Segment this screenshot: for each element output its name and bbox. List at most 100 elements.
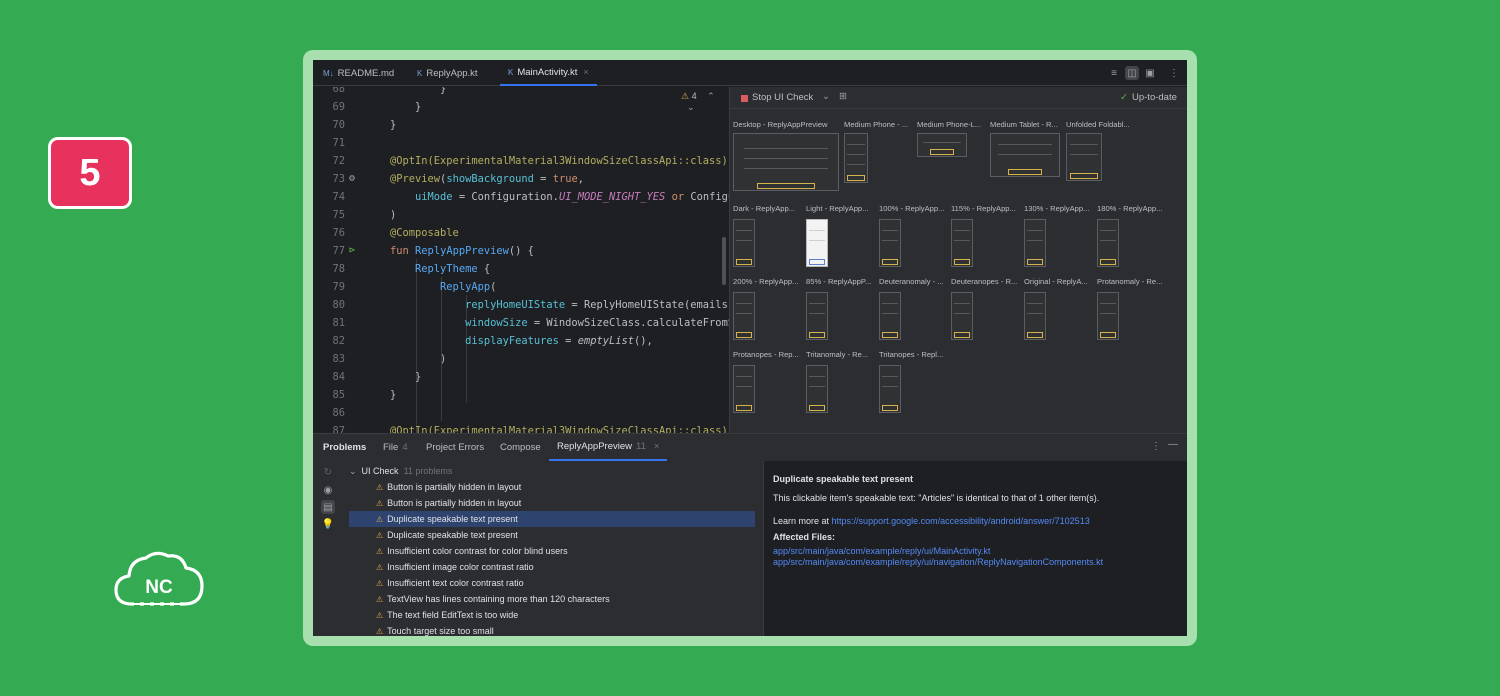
tab-replyapp[interactable]: K ReplyApp.kt <box>417 60 478 86</box>
layout-options-icon[interactable]: ⊞ <box>839 91 847 102</box>
preview-label: Protanopes - Rep... <box>733 350 799 359</box>
more-options-icon[interactable]: ⋮ <box>1167 66 1181 80</box>
preview-thumbnail[interactable] <box>733 292 755 340</box>
affected-files-heading: Affected Files: <box>773 532 836 542</box>
preview-thumbnail[interactable] <box>951 292 973 340</box>
code-line: 81 windowSize = WindowSizeClass.calculat… <box>332 317 729 329</box>
preview-label: 180% - ReplyApp... <box>1097 204 1163 213</box>
tab-mainactivity[interactable]: K MainActivity.kt × <box>500 60 597 86</box>
tab-compose[interactable]: Compose <box>500 434 541 461</box>
preview-thumbnail[interactable] <box>806 365 828 413</box>
preview-thumbnail[interactable] <box>1097 292 1119 340</box>
preview-thumbnail[interactable] <box>879 292 901 340</box>
list-item[interactable]: ⚠ Insufficient text color contrast ratio <box>349 575 755 591</box>
close-icon[interactable]: × <box>583 67 588 77</box>
learn-more-link[interactable]: https://support.google.com/accessibility… <box>832 516 1090 526</box>
code-line: 69 } <box>332 101 422 113</box>
preview-thumbnail[interactable] <box>990 133 1060 177</box>
code-line: 79 ReplyApp( <box>332 281 497 293</box>
warning-icon: ⚠ <box>376 483 384 492</box>
code-line: 70} <box>332 119 397 131</box>
preview-thumbnail[interactable] <box>806 219 828 267</box>
tab-readme[interactable]: M↓ README.md <box>323 60 394 86</box>
tab-problems[interactable]: Problems <box>323 434 366 461</box>
problems-tree: ⌄ UI Check 11 problems ⚠ Button is partiall… <box>343 461 763 636</box>
split-view-icon[interactable]: ◫ <box>1125 66 1139 80</box>
code-line: 80 replyHomeUIState = ReplyHomeUIState(e… <box>332 299 728 311</box>
preview-thumbnail[interactable] <box>1097 219 1119 267</box>
tab-label: MainActivity.kt <box>517 66 578 78</box>
preview-label: Deuteranopes - R... <box>951 277 1018 286</box>
cloud-logo-icon: NC <box>114 551 204 606</box>
preview-toolbar: Stop UI Check ⌄ ⊞ ✓ Up-to-date <box>730 87 1187 109</box>
list-item[interactable]: ⚠ Touch target size too small <box>349 623 755 636</box>
stop-icon <box>741 95 748 102</box>
preview-thumbnail[interactable] <box>1024 219 1046 267</box>
more-options-icon[interactable]: ⋮ <box>1151 441 1161 452</box>
run-preview-icon[interactable]: ⊳ <box>349 242 355 260</box>
code-line: 73 ⚙ @Preview(showBackground = true, <box>313 170 729 188</box>
code-line: 82 displayFeatures = emptyList(), <box>332 335 653 347</box>
preview-thumbnail[interactable] <box>917 133 967 157</box>
minimize-icon[interactable]: — <box>1168 439 1178 450</box>
refresh-icon[interactable]: ↻ <box>321 465 335 479</box>
eye-icon[interactable]: ◉ <box>321 483 335 497</box>
preview-icon[interactable]: ▤ <box>321 500 335 514</box>
list-item[interactable]: ⚠ Button is partially hidden in layout <box>349 495 755 511</box>
gear-icon[interactable]: ⚙ <box>349 170 355 188</box>
code-line: 85} <box>332 389 397 401</box>
problem-detail-panel: Duplicate speakable text present This cl… <box>763 461 1187 636</box>
preview-thumbnail[interactable] <box>733 219 755 267</box>
tree-root-ui-check[interactable]: ⌄ UI Check 11 problems <box>349 463 755 479</box>
design-view-icon[interactable]: ▣ <box>1143 66 1157 80</box>
problems-tab-bar: Problems File 4 Project Errors Compose Re… <box>313 434 1187 461</box>
tab-replyapppreview[interactable]: ReplyAppPreview 11 × <box>549 434 668 461</box>
preview-label: Tritanopes - Repl... <box>879 350 944 359</box>
preview-thumbnail[interactable] <box>733 133 839 191</box>
compose-preview-panel: Stop UI Check ⌄ ⊞ ✓ Up-to-date Desktop -… <box>729 87 1187 433</box>
editor-scrollbar[interactable] <box>722 237 726 285</box>
list-item-selected[interactable]: ⚠ Duplicate speakable text present <box>349 511 755 527</box>
code-line: 76 @Composable <box>332 227 459 239</box>
chevron-down-icon: ⌄ <box>349 466 357 476</box>
learn-more-line: Learn more at https://support.google.com… <box>773 516 1090 526</box>
warning-icon: ⚠ <box>376 531 384 540</box>
problems-tool-window: Problems File 4 Project Errors Compose Re… <box>313 433 1187 636</box>
up-to-date-status: Up-to-date <box>1132 92 1177 103</box>
preview-thumbnail[interactable] <box>879 219 901 267</box>
affected-file-link[interactable]: app/src/main/java/com/example/reply/ui/M… <box>773 546 990 556</box>
code-line: 83 ) <box>332 353 447 365</box>
code-line: 72 @OptIn(ExperimentalMaterial3WindowSize… <box>332 155 728 167</box>
code-line: 84 } <box>332 371 422 383</box>
preview-thumbnail[interactable] <box>1066 133 1102 181</box>
list-item[interactable]: ⚠ Button is partially hidden in layout <box>349 479 755 495</box>
code-line: 75) <box>332 209 397 221</box>
warning-icon: ⚠ <box>376 627 384 636</box>
code-editor[interactable]: ⚠ 4 ⌃ ⌄ 68 } 69 } 70} 71 72 @OptIn(Experi… <box>313 87 729 433</box>
tab-file[interactable]: File 4 <box>383 434 408 461</box>
tab-project-errors[interactable]: Project Errors <box>426 434 484 461</box>
list-item[interactable]: ⚠ Insufficient color contrast for color b… <box>349 543 755 559</box>
tab-label: ReplyApp.kt <box>426 67 478 79</box>
list-item[interactable]: ⚠ TextView has lines containing more than… <box>349 591 755 607</box>
warning-icon: ⚠ <box>376 499 384 508</box>
list-item[interactable]: ⚠ Insufficient image color contrast ratio <box>349 559 755 575</box>
code-line: 74 uiMode = Configuration.UI_MODE_NIGHT_… <box>332 191 729 203</box>
editor-tab-bar: M↓ README.md K ReplyApp.kt K MainActivit… <box>313 60 1187 86</box>
affected-file-link[interactable]: app/src/main/java/com/example/reply/ui/n… <box>773 557 1103 567</box>
check-icon: ✓ <box>1120 92 1128 103</box>
preview-thumbnail[interactable] <box>733 365 755 413</box>
stop-ui-check-button[interactable]: Stop UI Check <box>752 92 813 103</box>
preview-thumbnail[interactable] <box>844 133 868 183</box>
kotlin-file-icon: K <box>508 67 514 77</box>
code-view-icon[interactable]: ≡ <box>1107 66 1121 80</box>
preview-thumbnail[interactable] <box>1024 292 1046 340</box>
preview-thumbnail[interactable] <box>951 219 973 267</box>
lightbulb-icon[interactable]: 💡 <box>321 517 335 531</box>
code-line: 86 <box>332 407 345 419</box>
chevron-down-icon[interactable]: ⌄ <box>822 91 830 102</box>
list-item[interactable]: ⚠ Duplicate speakable text present <box>349 527 755 543</box>
preview-thumbnail[interactable] <box>806 292 828 340</box>
list-item[interactable]: ⚠ The text field EditText is too wide <box>349 607 755 623</box>
preview-thumbnail[interactable] <box>879 365 901 413</box>
